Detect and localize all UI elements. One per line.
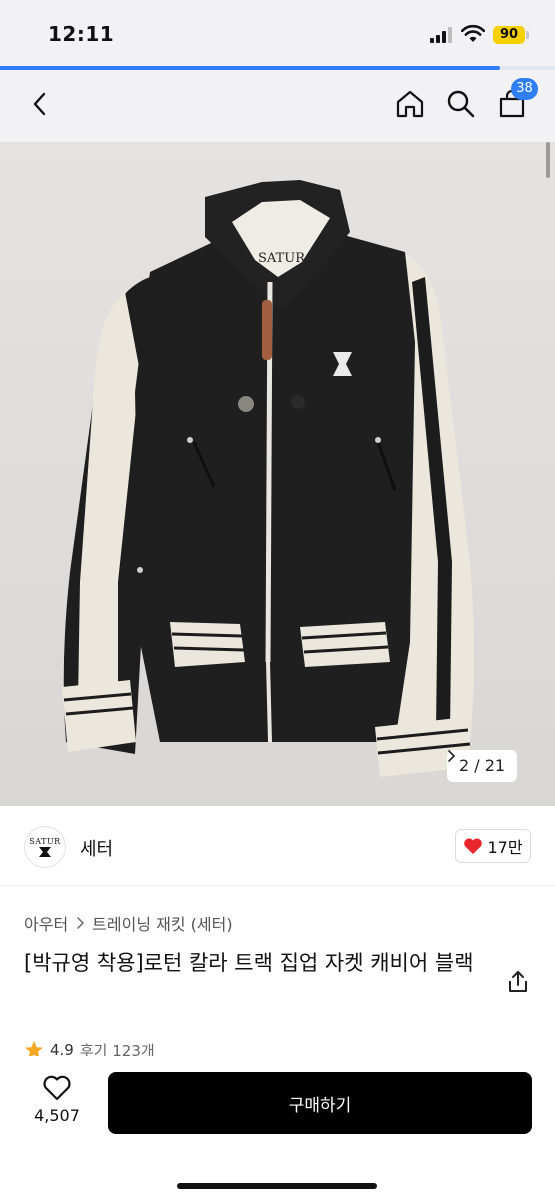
image-counter-text: 2 / 21 (459, 756, 506, 775)
wifi-icon (461, 24, 485, 42)
jacket-label-text: SATUR (258, 251, 306, 266)
brand-emblem-icon (39, 846, 51, 857)
chevron-right-icon (448, 750, 455, 762)
status-bar: 12:11 90 (0, 0, 555, 66)
home-indicator (177, 1183, 377, 1189)
heart-outline-icon (43, 1075, 71, 1101)
signal-icon (430, 27, 454, 43)
wishlist-count: 4,507 (34, 1106, 80, 1125)
image-counter[interactable]: 2 / 21 (447, 750, 518, 782)
search-icon (447, 90, 475, 118)
brand-like-count: 17만 (487, 838, 523, 857)
product-title: [박규영 착용]로턴 칼라 트랙 집업 자켓 캐비어 블랙 (24, 951, 474, 975)
search-button[interactable] (441, 84, 481, 124)
share-icon (509, 971, 527, 992)
breadcrumb-item[interactable]: 아우터 (24, 911, 68, 935)
wishlist-button[interactable]: 4,507 (28, 1074, 86, 1134)
status-time: 12:11 (48, 22, 115, 46)
product-jacket-image: SATUR (62, 180, 474, 777)
buy-button[interactable]: 구매하기 (108, 1072, 532, 1134)
breadcrumb-item[interactable]: 트레이닝 재킷 (세터) (92, 911, 232, 935)
chevron-right-icon (77, 917, 85, 929)
back-button[interactable] (20, 84, 60, 124)
share-button[interactable] (504, 968, 532, 996)
heart-filled-icon (464, 838, 483, 854)
cart-count-badge: 38 (511, 78, 538, 100)
top-navigation: 38 (0, 70, 555, 142)
brand-logo-text: SATUR (29, 836, 61, 846)
battery-icon: 90 (493, 26, 525, 44)
bottom-action-bar: 4,507 구매하기 (0, 1056, 555, 1200)
scrollbar-thumb[interactable] (546, 142, 550, 178)
battery-tip (526, 31, 529, 39)
brand-like-button[interactable]: 17만 (455, 829, 531, 863)
product-image-gallery[interactable]: SATUR 2 / 21 (0, 142, 555, 806)
cart-button[interactable]: 38 (492, 78, 538, 124)
brand-name[interactable]: 세터 (80, 835, 113, 861)
home-icon (396, 90, 424, 118)
brand-logo[interactable]: SATUR (24, 826, 66, 868)
breadcrumb: 아우터 트레이닝 재킷 (세터) (24, 911, 233, 935)
brand-row: SATUR 세터 17만 (0, 806, 555, 886)
chevron-left-icon (33, 92, 46, 116)
home-button[interactable] (390, 84, 430, 124)
